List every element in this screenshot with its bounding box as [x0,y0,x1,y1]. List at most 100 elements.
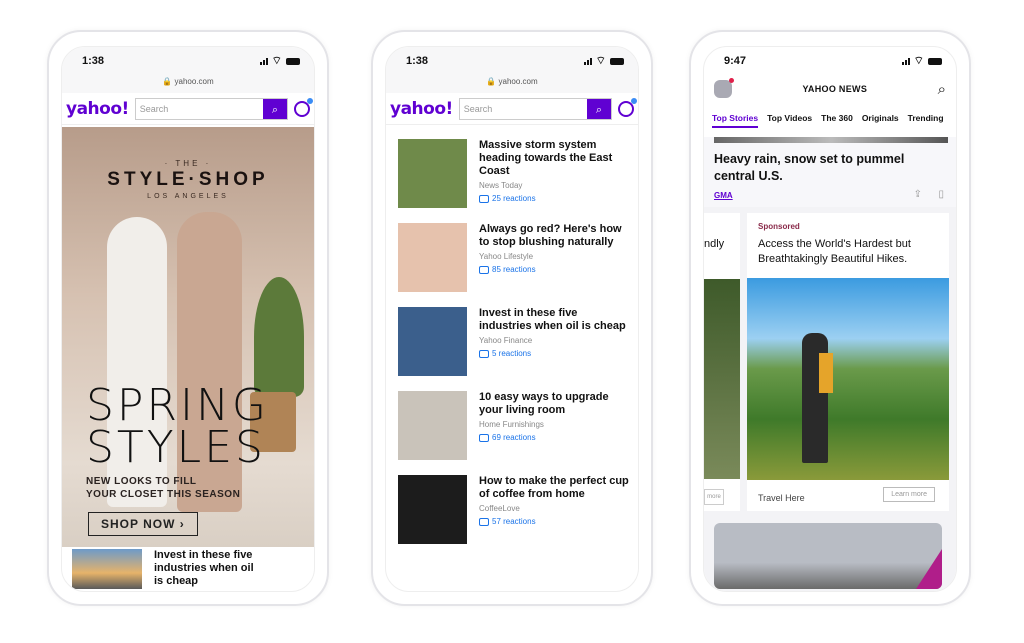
wow-tail [916,549,942,589]
reactions-count: 5 reactions [492,349,532,358]
sponsored-label: Sponsored [758,222,800,231]
battery-icon [286,57,300,65]
article-title: Always go red? Here's how to stop blushi… [479,223,622,248]
reactions-link[interactable]: 5 reactions [479,349,630,358]
search-icon[interactable]: ⌕ [938,81,946,98]
brand-city: LOS ANGELES [147,193,229,200]
tab-trending[interactable]: Trending [908,113,944,128]
signal-icon [583,57,592,65]
search-button[interactable]: ⌕ [587,98,611,119]
wifi-icon: ⌔ [595,55,606,67]
subline: NEW LOOKS TO FILL [86,476,197,487]
sponsored-card[interactable]: Sponsored Access the World's Hardest but… [747,213,949,511]
subline: YOUR CLOSET THIS SEASON [86,489,241,500]
app-header: YAHOO NEWS ⌕ [704,75,956,103]
search-placeholder: Search [463,103,493,114]
headline-source[interactable]: GMA [714,191,733,200]
comment-icon [479,433,489,442]
tab-the-360[interactable]: The 360 [821,113,853,128]
yahoo-logo[interactable]: yahoo! [66,99,129,119]
article-source: Yahoo Lifestyle [479,252,534,261]
tab-bar: Top Stories Top Videos The 360 Originals… [712,113,944,128]
article-item[interactable]: How to make the perfect cup of coffee fr… [398,475,630,559]
news-feed: Heavy rain, snow set to pummel central U… [704,137,956,591]
article-source: Yahoo Finance [479,336,533,345]
search-input[interactable]: Search ⌕ [458,97,612,120]
profile-avatar-icon[interactable] [714,78,734,98]
wifi-icon: ︎⌔ [271,55,282,67]
hiker-shirt [819,353,833,393]
ad-footer: Travel Here [758,493,805,503]
headline-card[interactable]: Heavy rain, snow set to pummel central U… [704,137,956,207]
share-icon[interactable]: ⇪ [914,189,922,200]
url-text: yahoo.com [174,77,214,86]
tab-top-videos[interactable]: Top Videos [767,113,812,128]
article-title: Invest in these five industries when oil… [479,307,626,332]
reactions-link[interactable]: 85 reactions [479,265,630,274]
reactions-link[interactable]: 69 reactions [479,433,630,442]
article-source: Home Furnishings [479,420,544,429]
headline-line: SPRING [86,380,270,431]
tab-originals[interactable]: Originals [862,113,899,128]
account-icon[interactable] [294,97,313,117]
article-thumbnail [72,549,142,589]
url[interactable]: 🔒 yahoo.com [62,77,314,86]
article-title: How to make the perfect cup of coffee fr… [479,475,629,500]
article-title: Invest in these five industries when oil… [154,549,254,587]
shop-now-button[interactable]: SHOP NOW › [88,512,198,536]
article-item[interactable]: Massive storm system heading towards the… [398,139,630,223]
partial-card[interactable]: ndly more [704,213,740,511]
ad-title: Access the World's Hardest but Breathtak… [758,238,911,265]
yahoo-header: yahoo! Search ⌕ [62,93,314,125]
article-item[interactable]: Always go red? Here's how to stop blushi… [398,223,630,307]
search-button[interactable]: ⌕ [263,98,287,119]
account-icon[interactable] [618,97,637,117]
partial-card-text: ndly [704,238,725,250]
airport-story-image[interactable] [714,523,942,589]
article-source: News Today [479,181,523,190]
status-bar: 9:47 ⌔ [724,53,942,69]
url[interactable]: 🔒 yahoo.com [386,77,638,86]
time: 9:47 [724,55,747,67]
search-input[interactable]: Search ⌕ [134,97,288,120]
bookmark-icon[interactable]: ▯ [938,189,944,200]
reactions-count: 25 reactions [492,194,536,203]
article-source: CoffeeLove [479,504,520,513]
story-image [714,137,948,143]
style-shop-ad[interactable]: · THE · STYLE·SHOP LOS ANGELES SPRING STY… [62,127,314,547]
reactions-count: 85 reactions [492,265,536,274]
search-placeholder: Search [139,103,169,114]
ad-headline: SPRING STYLES [86,380,270,473]
article-title: 10 easy ways to upgrade your living room [479,391,609,416]
article-item[interactable]: Invest in these five industries when oil… [398,307,630,391]
comment-icon [479,265,489,274]
status-bar: 1:38 ⌔ [406,53,624,69]
screen: 9:47 ⌔ YAHOO NEWS ⌕ Top Stories Top Video… [703,46,957,592]
reactions-link[interactable]: 25 reactions [479,194,630,203]
article-thumbnail [398,391,467,460]
battery-icon [928,57,942,65]
partial-card-image [704,279,740,479]
article-item[interactable]: Invest in these five industries when oil… [72,549,264,589]
yahoo-logo[interactable]: yahoo! [390,99,453,119]
time: 1:38 [406,55,429,67]
reactions-count: 69 reactions [492,433,536,442]
phone-yahoo-news-app: 9:47 ⌔ YAHOO NEWS ⌕ Top Stories Top Video… [689,30,971,606]
tab-top-stories[interactable]: Top Stories [712,113,759,128]
article-thumbnail [398,307,467,376]
article-title: Massive storm system heading towards the… [479,139,613,177]
reactions-link[interactable]: 57 reactions [479,517,630,526]
battery-icon [610,57,624,65]
app-title: YAHOO NEWS [802,84,868,94]
headline-title: Heavy rain, snow set to pummel central U… [714,152,905,183]
headline-line: STYLES [86,422,266,473]
reactions-count: 57 reactions [492,517,536,526]
learn-more-button[interactable]: Learn more [883,487,935,502]
ad-subline: NEW LOOKS TO FILL YOUR CLOSET THIS SEASON [86,475,240,501]
article-thumbnail [398,139,467,208]
article-item[interactable]: 10 easy ways to upgrade your living room… [398,391,630,475]
phone-article-list: 1:38 ⌔ 🔒 yahoo.com yahoo! Search ⌕ Massive… [371,30,653,606]
signal-icon [901,57,910,65]
partial-card-button[interactable]: more [704,489,724,505]
brand-name: STYLE·SHOP [107,169,269,190]
